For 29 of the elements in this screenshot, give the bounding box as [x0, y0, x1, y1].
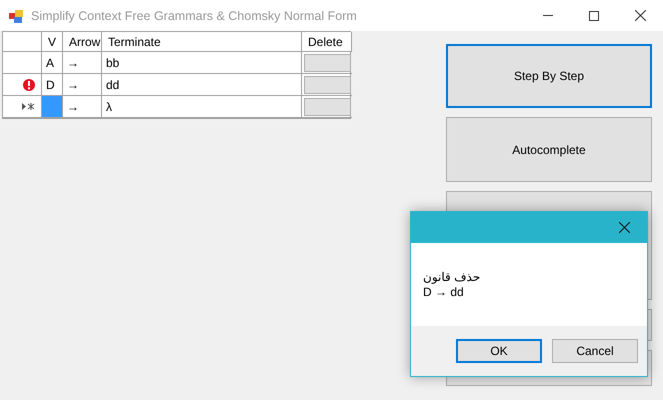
column-header[interactable]: Arrow [63, 32, 102, 52]
new-row-icon [22, 103, 35, 110]
message-text: حذف قانون [423, 270, 482, 284]
table-cell[interactable] [42, 96, 63, 118]
window-title: Simplify Context Free Grammars & Chomsky Normal Form [31, 8, 358, 22]
table-cell[interactable]: λ [102, 96, 302, 118]
table-cell[interactable]: bb [102, 52, 302, 74]
column-header[interactable]: V [42, 32, 63, 52]
action-button[interactable]: Step By Step [446, 44, 652, 108]
table-cell[interactable]: A [42, 52, 63, 74]
delete-button[interactable] [304, 76, 350, 94]
table-cell[interactable]: → [63, 96, 102, 118]
table-cell[interactable]: → [63, 74, 102, 96]
table-cell[interactable]: D [42, 74, 63, 96]
column-header[interactable]: Terminate [102, 32, 302, 52]
table-cell[interactable]: → [63, 52, 102, 74]
delete-button[interactable] [304, 54, 350, 72]
close-icon[interactable] [618, 222, 630, 233]
table-cell[interactable]: dd [102, 74, 302, 96]
delete-button[interactable] [304, 98, 350, 116]
message-text: D → dd [423, 284, 465, 300]
app-icon [9, 8, 24, 22]
column-header[interactable]: Delete [302, 32, 352, 52]
close-icon[interactable] [634, 10, 646, 21]
error-icon [23, 78, 35, 90]
dialog-button[interactable]: OK [456, 339, 542, 363]
dialog-button[interactable]: Cancel [552, 339, 638, 363]
maximize-icon[interactable] [589, 10, 599, 20]
action-button[interactable]: Autocomplete [446, 117, 652, 182]
